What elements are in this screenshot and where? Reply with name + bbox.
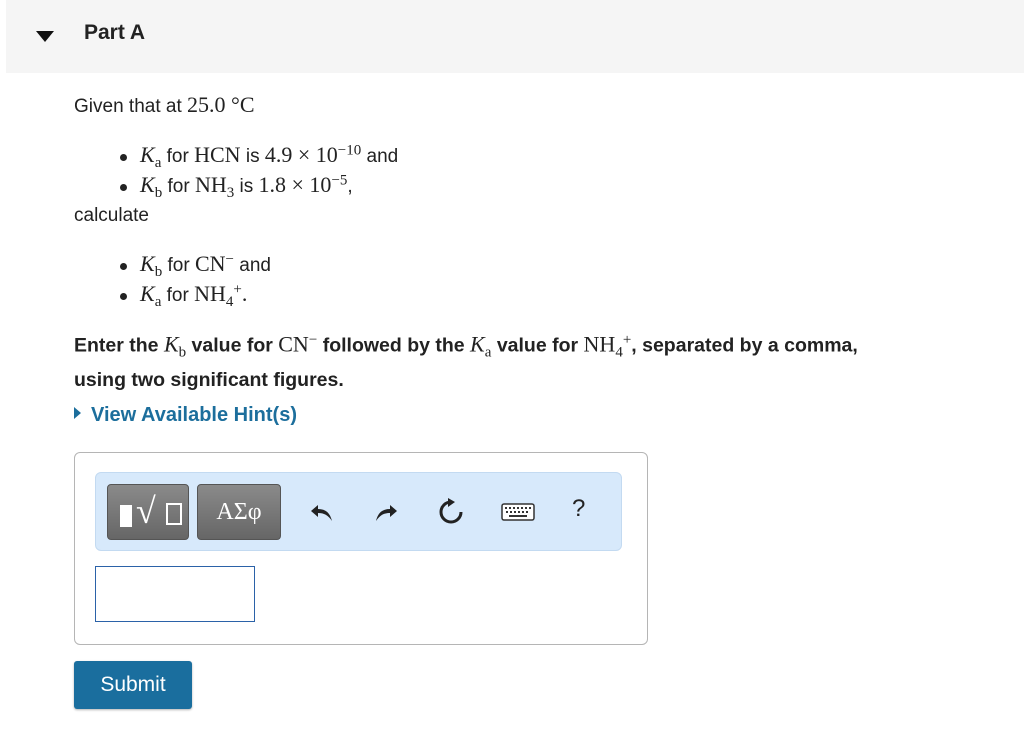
k-symbol: K <box>470 331 485 357</box>
caret-right-icon <box>74 407 81 419</box>
for-text: for <box>166 285 189 306</box>
hint-link-label: View Available Hint(s) <box>91 404 297 426</box>
bullet-dot <box>120 263 127 270</box>
temperature: 25.0 °C <box>187 92 255 117</box>
bullet-dot <box>120 154 127 161</box>
given-item: Kb for NH3 is 1.8 × 10−5, <box>140 172 353 202</box>
keyboard-icon[interactable] <box>500 497 536 527</box>
view-hints-link[interactable]: View Available Hint(s) <box>74 404 297 427</box>
species: CN <box>194 251 226 276</box>
k-subscript: a <box>484 344 492 361</box>
is-text: is <box>245 146 260 167</box>
tail-text: and <box>239 255 271 276</box>
answer-panel: √ ΑΣφ ? <box>74 452 648 645</box>
box-icon <box>166 503 182 525</box>
k-subscript: a <box>154 154 162 171</box>
instruction-part: value for <box>191 334 273 357</box>
species-subscript: 4 <box>615 344 623 361</box>
undo-icon[interactable] <box>308 497 338 527</box>
bullet-dot <box>120 184 127 191</box>
redo-icon[interactable] <box>370 497 400 527</box>
k-symbol: K <box>140 142 155 167</box>
species-charge: + <box>233 281 242 298</box>
k-symbol: K <box>140 281 155 306</box>
k-subscript: b <box>154 184 163 201</box>
tail-text: . <box>241 281 248 306</box>
templates-button[interactable]: √ <box>107 484 189 540</box>
math-toolbar: √ ΑΣφ ? <box>95 472 622 551</box>
collapse-triangle-icon[interactable] <box>36 31 54 42</box>
for-text: for <box>166 146 189 167</box>
species-charge: + <box>622 332 632 348</box>
intro-text: Given that at <box>74 96 182 117</box>
constant-value: 1.8 × 10 <box>258 172 332 197</box>
tail-text: and <box>366 146 399 167</box>
k-symbol: K <box>140 172 155 197</box>
species-charge: − <box>225 251 234 268</box>
submit-button[interactable]: Submit <box>74 661 192 709</box>
is-text: is <box>239 176 254 197</box>
for-text: for <box>167 176 190 197</box>
species-subscript: 3 <box>226 184 235 201</box>
for-text: for <box>167 255 190 276</box>
target-item: Ka for NH4+. <box>140 281 247 311</box>
species: HCN <box>194 142 241 167</box>
part-header[interactable]: Part A <box>6 0 1024 73</box>
instruction-part: followed by the <box>322 334 465 357</box>
k-symbol: K <box>163 331 179 357</box>
block-icon <box>120 505 132 527</box>
k-symbol: K <box>140 251 155 276</box>
bullet-dot <box>120 293 127 300</box>
tail-text: , <box>347 176 353 197</box>
species-charge: − <box>308 332 318 348</box>
intro-line: Given that at 25.0 °C <box>74 92 255 118</box>
greek-symbols-button[interactable]: ΑΣφ <box>197 484 281 540</box>
species: NH <box>194 172 227 197</box>
help-icon[interactable]: ? <box>572 495 585 523</box>
target-item: Kb for CN− and <box>140 251 271 281</box>
k-subscript: a <box>154 293 162 310</box>
species: NH <box>583 331 616 357</box>
sqrt-icon: √ <box>136 491 156 531</box>
exponent: −10 <box>337 142 362 159</box>
exponent: −5 <box>331 172 348 189</box>
k-subscript: b <box>178 344 187 361</box>
instruction-part: value for <box>496 334 579 357</box>
instruction-part: using two significant figures. <box>74 369 344 392</box>
constant-value: 4.9 × 10 <box>264 142 338 167</box>
instruction-part: , separated by a comma, <box>631 334 858 357</box>
part-title: Part A <box>84 21 146 44</box>
given-item: Ka for HCN is 4.9 × 10−10 and <box>140 142 398 172</box>
instruction-text: Enter the Kb value for CN− followed by t… <box>74 326 1024 394</box>
calculate-text: calculate <box>74 205 149 226</box>
instruction-part: Enter the <box>74 334 159 357</box>
k-subscript: b <box>154 263 163 280</box>
species: NH <box>194 281 226 306</box>
reset-icon[interactable] <box>436 497 466 527</box>
greek-label: ΑΣφ <box>216 499 262 525</box>
answer-input[interactable] <box>95 566 255 622</box>
species: CN <box>278 331 309 357</box>
